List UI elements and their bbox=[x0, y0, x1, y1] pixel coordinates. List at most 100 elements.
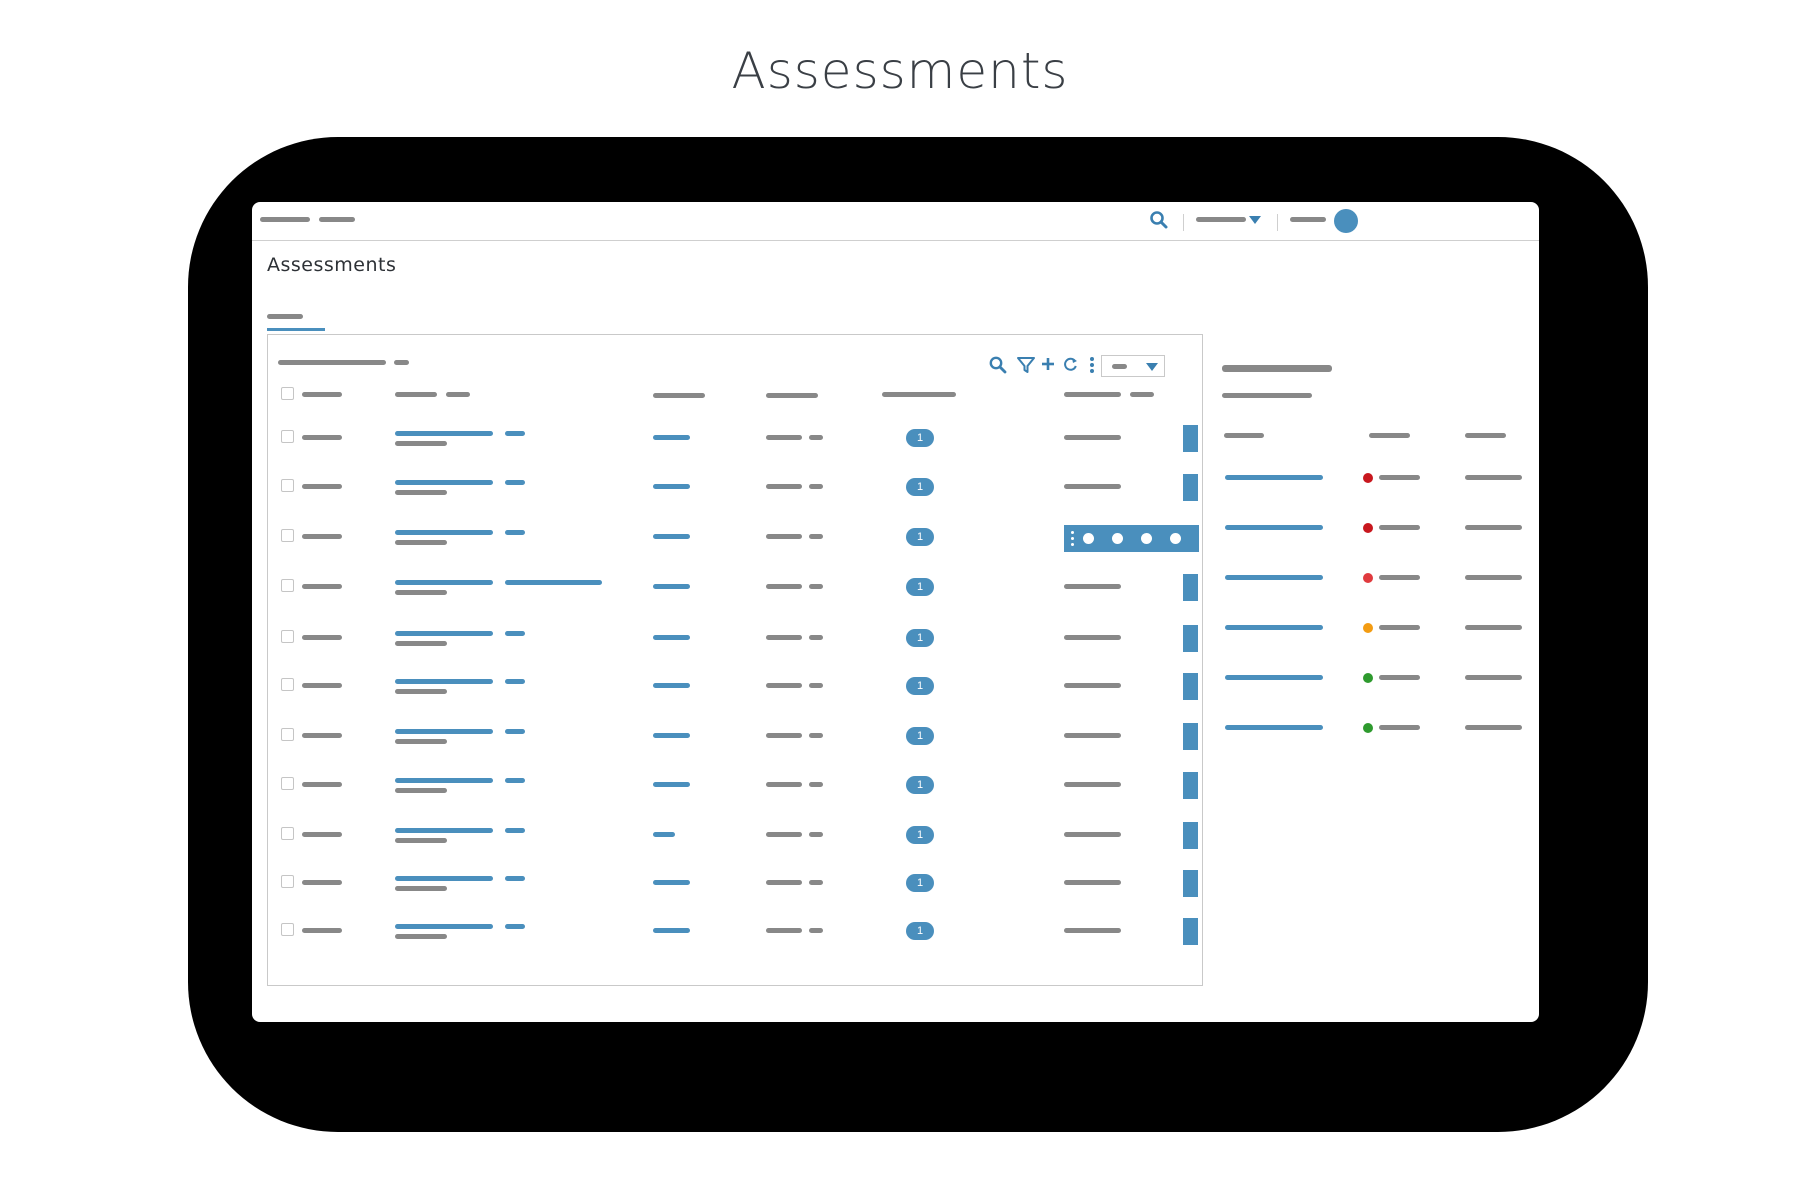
column-header-placeholder[interactable] bbox=[1064, 392, 1121, 397]
list-item[interactable] bbox=[1217, 714, 1527, 738]
row-checkbox[interactable] bbox=[281, 923, 294, 936]
row-checkbox[interactable] bbox=[281, 479, 294, 492]
table-row[interactable]: 1 bbox=[268, 569, 1202, 609]
row-tag-link[interactable] bbox=[505, 580, 602, 585]
item-link[interactable] bbox=[1225, 525, 1323, 530]
row-name-link[interactable] bbox=[395, 828, 493, 833]
row-tag-link[interactable] bbox=[505, 631, 525, 636]
filter-icon[interactable] bbox=[1016, 355, 1036, 375]
column-header-placeholder[interactable] bbox=[302, 392, 342, 397]
list-item[interactable] bbox=[1217, 664, 1527, 688]
row-action-bar[interactable] bbox=[1064, 525, 1199, 552]
row-tag-link[interactable] bbox=[505, 876, 525, 881]
action-dot[interactable] bbox=[1083, 533, 1094, 544]
row-link[interactable] bbox=[653, 635, 690, 640]
row-name-link[interactable] bbox=[395, 530, 493, 535]
row-tag-link[interactable] bbox=[505, 924, 525, 929]
row-name-link[interactable] bbox=[395, 631, 493, 636]
table-row[interactable]: 1 bbox=[268, 913, 1202, 953]
caret-down-icon[interactable] bbox=[1249, 216, 1261, 226]
row-name-link[interactable] bbox=[395, 729, 493, 734]
row-checkbox[interactable] bbox=[281, 728, 294, 741]
table-row[interactable]: 1 bbox=[268, 420, 1202, 460]
row-checkbox[interactable] bbox=[281, 678, 294, 691]
list-item[interactable] bbox=[1217, 464, 1527, 488]
row-name-link[interactable] bbox=[395, 679, 493, 684]
row-checkbox[interactable] bbox=[281, 777, 294, 790]
row-name-link[interactable] bbox=[395, 778, 493, 783]
row-action-handle[interactable] bbox=[1183, 870, 1198, 897]
row-action-handle[interactable] bbox=[1183, 574, 1198, 601]
count-badge[interactable]: 1 bbox=[906, 727, 934, 745]
table-row[interactable]: 1 bbox=[268, 668, 1202, 708]
table-row[interactable]: 1 bbox=[268, 817, 1202, 857]
breadcrumb-item-placeholder[interactable] bbox=[260, 217, 310, 222]
count-badge[interactable]: 1 bbox=[906, 677, 934, 695]
column-header-placeholder[interactable] bbox=[395, 392, 437, 397]
page-size-select[interactable] bbox=[1101, 355, 1165, 377]
item-link[interactable] bbox=[1225, 625, 1323, 630]
row-link[interactable] bbox=[653, 435, 690, 440]
tab-active[interactable] bbox=[267, 307, 325, 331]
row-action-handle[interactable] bbox=[1183, 673, 1198, 700]
count-badge[interactable]: 1 bbox=[906, 528, 934, 546]
row-link[interactable] bbox=[653, 584, 690, 589]
row-link[interactable] bbox=[653, 683, 690, 688]
row-name-link[interactable] bbox=[395, 480, 493, 485]
row-action-handle[interactable] bbox=[1183, 772, 1198, 799]
row-checkbox[interactable] bbox=[281, 430, 294, 443]
item-link[interactable] bbox=[1225, 675, 1323, 680]
row-tag-link[interactable] bbox=[505, 729, 525, 734]
row-name-link[interactable] bbox=[395, 431, 493, 436]
count-badge[interactable]: 1 bbox=[906, 429, 934, 447]
row-name-link[interactable] bbox=[395, 876, 493, 881]
table-row[interactable]: 1 bbox=[268, 620, 1202, 660]
row-action-handle[interactable] bbox=[1183, 822, 1198, 849]
row-checkbox[interactable] bbox=[281, 875, 294, 888]
row-link[interactable] bbox=[653, 928, 690, 933]
row-checkbox[interactable] bbox=[281, 827, 294, 840]
row-tag-link[interactable] bbox=[505, 679, 525, 684]
search-icon[interactable] bbox=[1149, 210, 1169, 230]
user-menu-placeholder[interactable] bbox=[1196, 217, 1246, 222]
row-link[interactable] bbox=[653, 733, 690, 738]
row-tag-link[interactable] bbox=[505, 530, 525, 535]
action-dot[interactable] bbox=[1112, 533, 1123, 544]
column-header-placeholder[interactable] bbox=[653, 393, 705, 398]
action-dot[interactable] bbox=[1141, 533, 1152, 544]
row-name-link[interactable] bbox=[395, 580, 493, 585]
item-link[interactable] bbox=[1225, 475, 1323, 480]
table-row[interactable]: 1 bbox=[268, 469, 1202, 509]
row-tag-link[interactable] bbox=[505, 778, 525, 783]
row-action-handle[interactable] bbox=[1183, 723, 1198, 750]
row-link[interactable] bbox=[653, 534, 690, 539]
row-tag-link[interactable] bbox=[505, 431, 525, 436]
list-item[interactable] bbox=[1217, 564, 1527, 588]
refresh-icon[interactable] bbox=[1062, 356, 1079, 373]
list-item[interactable] bbox=[1217, 514, 1527, 538]
table-row[interactable]: 1 bbox=[268, 718, 1202, 758]
row-link[interactable] bbox=[653, 832, 675, 837]
table-row[interactable]: 1 bbox=[268, 767, 1202, 807]
table-row[interactable]: 1 bbox=[268, 519, 1202, 559]
breadcrumb-item-placeholder[interactable] bbox=[319, 217, 355, 222]
count-badge[interactable]: 1 bbox=[906, 629, 934, 647]
row-link[interactable] bbox=[653, 484, 690, 489]
action-dot[interactable] bbox=[1170, 533, 1181, 544]
count-badge[interactable]: 1 bbox=[906, 578, 934, 596]
row-action-handle[interactable] bbox=[1183, 474, 1198, 501]
row-action-handle[interactable] bbox=[1183, 425, 1198, 452]
column-header-placeholder[interactable] bbox=[766, 393, 818, 398]
row-checkbox[interactable] bbox=[281, 630, 294, 643]
list-item[interactable] bbox=[1217, 614, 1527, 638]
plus-icon[interactable] bbox=[1040, 356, 1056, 372]
row-tag-link[interactable] bbox=[505, 480, 525, 485]
item-link[interactable] bbox=[1225, 575, 1323, 580]
avatar[interactable] bbox=[1334, 209, 1358, 233]
count-badge[interactable]: 1 bbox=[906, 922, 934, 940]
count-badge[interactable]: 1 bbox=[906, 874, 934, 892]
select-all-checkbox[interactable] bbox=[281, 387, 294, 400]
kebab-menu-icon[interactable] bbox=[1088, 356, 1096, 374]
count-badge[interactable]: 1 bbox=[906, 776, 934, 794]
item-link[interactable] bbox=[1225, 725, 1323, 730]
